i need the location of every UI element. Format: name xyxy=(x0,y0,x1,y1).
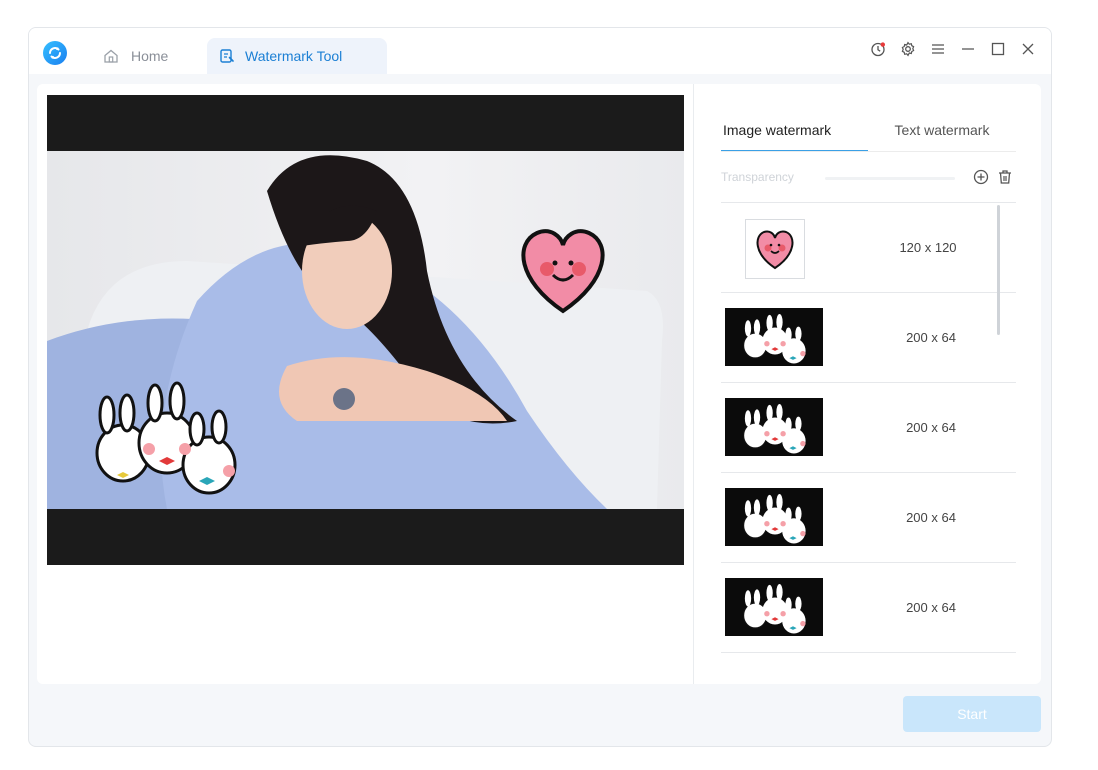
list-item[interactable]: 200 x 64 xyxy=(721,473,1016,563)
app-window: Home Watermark Tool Image watermark Text… xyxy=(28,27,1052,747)
bunnies-thumbnail xyxy=(725,308,823,366)
heart-thumbnail xyxy=(745,219,805,279)
history-icon[interactable] xyxy=(869,40,887,58)
close-icon[interactable] xyxy=(1019,40,1037,58)
item-size: 200 x 64 xyxy=(906,330,956,345)
watermark-type-tabs: Image watermark Text watermark xyxy=(721,114,1016,152)
tab-text-watermark[interactable]: Text watermark xyxy=(868,114,1016,152)
item-size: 200 x 64 xyxy=(906,420,956,435)
menu-icon[interactable] xyxy=(929,40,947,58)
tab-watermark-tool[interactable]: Watermark Tool xyxy=(207,38,387,74)
list-item[interactable]: 120 x 120 xyxy=(721,203,1016,293)
app-logo-icon xyxy=(43,41,67,65)
add-icon[interactable] xyxy=(972,168,990,191)
settings-icon[interactable] xyxy=(899,40,917,58)
list-item[interactable]: 200 x 64 xyxy=(721,293,1016,383)
item-size: 200 x 64 xyxy=(906,510,956,525)
trash-icon[interactable] xyxy=(996,168,1014,191)
watermark-panel: Image watermark Text watermark Transpare… xyxy=(721,84,1016,684)
transparency-label: Transparency xyxy=(721,170,794,184)
title-bar: Home Watermark Tool xyxy=(29,28,1051,74)
panel-divider xyxy=(693,84,694,684)
bunnies-thumbnail xyxy=(725,578,823,636)
item-size: 200 x 64 xyxy=(906,600,956,615)
bunnies-thumbnail xyxy=(725,488,823,546)
preview-photo xyxy=(47,151,684,509)
tab-watermark-label: Watermark Tool xyxy=(245,48,343,64)
watermark-tool-icon xyxy=(219,48,235,64)
maximize-icon[interactable] xyxy=(989,40,1007,58)
item-size: 120 x 120 xyxy=(899,240,957,255)
minimize-icon[interactable] xyxy=(959,40,977,58)
main-content: Image watermark Text watermark Transpare… xyxy=(37,84,1041,684)
watermark-list: 120 x 120 200 x 64 200 x 64 200 x 64 200… xyxy=(721,202,1016,654)
tabs-underline xyxy=(721,151,1016,152)
window-controls xyxy=(869,40,1037,58)
tab-home[interactable]: Home xyxy=(103,38,168,74)
image-preview[interactable] xyxy=(47,95,684,565)
bunnies-thumbnail xyxy=(725,398,823,456)
home-icon xyxy=(103,48,119,64)
list-item[interactable]: 200 x 64 xyxy=(721,383,1016,473)
tab-home-label: Home xyxy=(131,48,169,64)
start-button[interactable]: Start xyxy=(903,696,1041,732)
tab-image-watermark[interactable]: Image watermark xyxy=(721,114,868,152)
transparency-row: Transparency xyxy=(721,168,1016,188)
list-scrollbar[interactable] xyxy=(997,205,1000,335)
list-item[interactable]: 200 x 64 xyxy=(721,563,1016,653)
transparency-slider[interactable] xyxy=(825,177,955,180)
